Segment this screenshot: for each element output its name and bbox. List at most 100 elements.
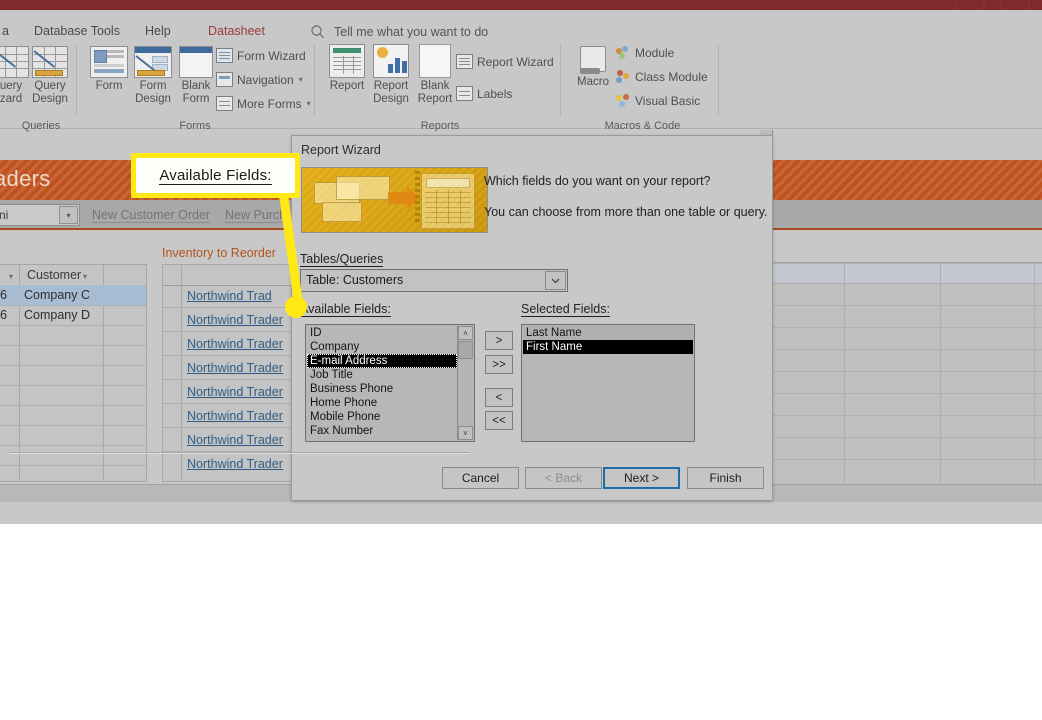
form-design-button[interactable]: Form Design — [128, 46, 178, 106]
report-design-button[interactable]: Report Design — [366, 44, 416, 106]
navigation-button[interactable]: Navigation ▾ — [216, 72, 303, 87]
group-label-forms: Forms — [179, 120, 211, 132]
visual-basic-button[interactable]: Visual Basic — [616, 94, 700, 108]
navigation-label: Navigation — [237, 72, 294, 87]
move-left-button[interactable]: < — [485, 388, 513, 407]
available-fields-scrollbar[interactable]: ˄ ˅ — [457, 326, 473, 440]
sort-caret-customer-icon[interactable]: ▾ — [9, 272, 13, 281]
class-module-icon — [616, 70, 631, 84]
tables-queries-value: Table: Customers — [306, 273, 404, 287]
chevron-down-icon-combo[interactable]: ▾ — [59, 206, 78, 224]
list-item[interactable]: Northwind Trader — [187, 313, 283, 327]
available-field-item-7[interactable]: Fax Number — [307, 424, 457, 438]
row-1-customer: Company D — [24, 308, 90, 322]
available-field-item-6[interactable]: Mobile Phone — [307, 410, 457, 424]
ribbon: uery zard Query Design Form Form Design … — [0, 38, 1042, 129]
right-grid-region[interactable] — [772, 262, 1042, 485]
available-field-item-1[interactable]: Company — [307, 340, 457, 354]
class-module-label: Class Module — [635, 70, 708, 84]
report-wizard-button[interactable]: Report Wizard — [456, 54, 554, 69]
sort-caret-id-icon[interactable]: ▾ — [83, 272, 87, 281]
blank-report-icon — [419, 44, 451, 78]
tab-help[interactable]: Help — [145, 24, 171, 38]
tab-database-tools[interactable]: Database Tools — [34, 24, 120, 38]
available-field-item-4[interactable]: Business Phone — [307, 382, 457, 396]
dialog-question: Which fields do you want on your report? — [484, 174, 711, 188]
tables-queries-combo[interactable]: Table: Customers — [300, 269, 568, 292]
scroll-up-icon[interactable]: ˄ — [458, 326, 473, 340]
form-label: Form — [95, 80, 123, 92]
query-design-icon — [32, 46, 68, 78]
record-selector-column — [163, 265, 182, 481]
new-purchase-order-link[interactable]: New Purchas — [225, 208, 300, 223]
form-button[interactable]: Form — [86, 46, 132, 93]
group-label-reports: Reports — [420, 120, 460, 132]
selected-field-item-1[interactable]: First Name — [523, 340, 693, 354]
scrollbar-thumb[interactable] — [458, 341, 473, 359]
inventory-header-row — [163, 265, 308, 286]
chevron-down-icon-tables-queries[interactable] — [545, 271, 566, 290]
inventory-grid[interactable]: Pr Northwind Trad Northwind Trader North… — [162, 264, 309, 482]
available-field-item-0[interactable]: ID — [307, 326, 457, 340]
column-header-customer[interactable]: Customer — [27, 268, 81, 282]
selected-field-item-0[interactable]: Last Name — [523, 326, 693, 340]
list-item[interactable]: Northwind Trader — [187, 409, 283, 423]
move-right-button[interactable]: > — [485, 331, 513, 350]
move-all-left-button[interactable]: << — [485, 411, 513, 430]
form-wizard-icon — [216, 48, 233, 63]
report-wizard-icon — [456, 54, 473, 69]
new-customer-order-link[interactable]: New Customer Order — [92, 208, 211, 223]
list-item[interactable]: Northwind Trader — [187, 361, 283, 375]
report-label: Report — [329, 80, 365, 92]
blank-form-icon — [179, 46, 213, 78]
report-button[interactable]: Report — [324, 44, 370, 93]
group-separator-queries — [76, 44, 77, 116]
tab-datasheet[interactable]: Datasheet — [208, 24, 265, 38]
labels-button[interactable]: Labels — [456, 86, 512, 101]
back-button[interactable]: < Back — [525, 467, 602, 489]
northwind-banner-title: aders — [0, 166, 51, 191]
dialog-subtext: You can choose from more than one table … — [484, 205, 768, 219]
visual-basic-icon — [616, 94, 631, 108]
form-design-label-1: Form — [139, 80, 167, 92]
report-design-icon — [373, 44, 409, 78]
list-item[interactable]: Northwind Trader — [187, 433, 283, 447]
query-design-button[interactable]: Query Design — [24, 46, 76, 106]
available-field-item-3[interactable]: Job Title — [307, 368, 457, 382]
blank-report-button[interactable]: Blank Report — [410, 44, 460, 106]
blank-form-label-2: Form — [182, 93, 210, 105]
northwind-user-combo[interactable]: ni ▾ — [0, 204, 80, 226]
finish-button[interactable]: Finish — [687, 467, 764, 489]
selected-fields-listbox[interactable]: Last Name First Name — [521, 324, 695, 442]
macro-button[interactable]: Macro — [570, 44, 616, 89]
list-item[interactable]: Northwind Trader — [187, 457, 283, 471]
desktop-background — [0, 524, 1042, 720]
form-wizard-button[interactable]: Form Wizard — [216, 48, 306, 63]
query-design-label-2: Design — [32, 93, 68, 105]
more-forms-button[interactable]: More Forms ▾ — [216, 96, 311, 111]
cancel-button[interactable]: Cancel — [442, 467, 519, 489]
visual-basic-label: Visual Basic — [635, 94, 701, 108]
right-grid-first-row — [772, 263, 1042, 283]
tell-me-search-box[interactable]: Tell me what you want to do — [334, 25, 488, 39]
list-item[interactable]: Northwind Trad — [187, 289, 272, 303]
class-module-button[interactable]: Class Module — [616, 70, 708, 84]
window-bottom-strip — [0, 502, 1042, 524]
dialog-footer-separator — [10, 452, 470, 454]
list-item[interactable]: Northwind Trader — [187, 385, 283, 399]
list-item[interactable]: Northwind Trader — [187, 337, 283, 351]
tables-queries-label: Tables/Queries — [300, 252, 384, 267]
group-label-macros-code: Macros & Code — [604, 120, 681, 132]
module-button[interactable]: Module — [616, 46, 674, 60]
customer-orders-grid[interactable]: Customer ▾ ▾ 06 Company C 06 Company D — [0, 264, 147, 482]
blank-form-button[interactable]: Blank Form — [172, 46, 220, 106]
available-field-item-2[interactable]: E-mail Address — [307, 354, 457, 368]
available-field-item-5[interactable]: Home Phone — [307, 396, 457, 410]
macro-label: Macro — [577, 76, 609, 88]
module-icon — [616, 46, 631, 60]
tab-external-data-truncated[interactable]: a — [2, 24, 9, 38]
available-fields-listbox[interactable]: ID Company E-mail Address Job Title Busi… — [305, 324, 475, 442]
move-all-right-button[interactable]: >> — [485, 355, 513, 374]
scroll-down-icon[interactable]: ˅ — [458, 426, 473, 440]
next-button[interactable]: Next > — [603, 467, 680, 489]
